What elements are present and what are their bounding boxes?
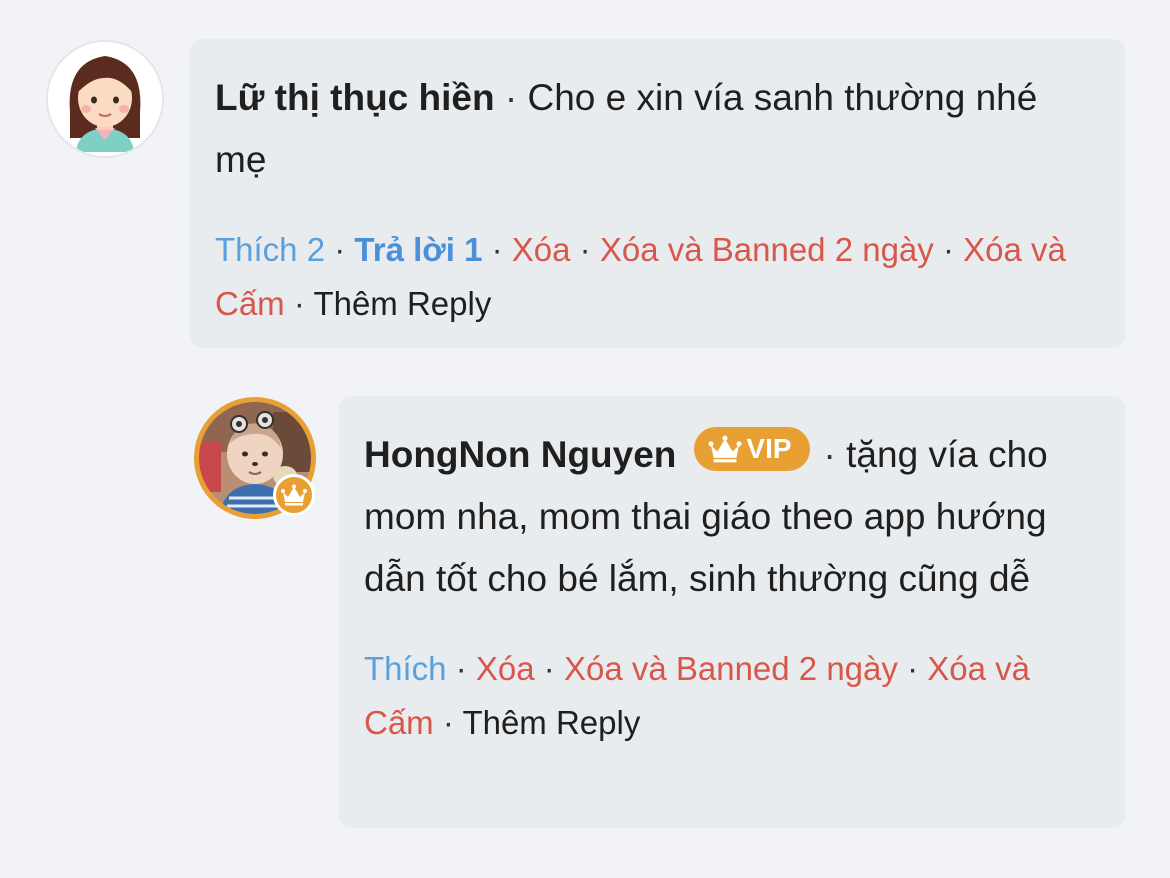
like-button[interactable]: Thích <box>364 650 447 687</box>
comment-bubble: Lữ thị thục hiền · Cho e xin vía sanh th… <box>190 39 1125 348</box>
reply-button[interactable]: Trả lời 1 <box>354 231 482 268</box>
separator: · <box>504 77 518 118</box>
more-reply-button[interactable]: Thêm Reply <box>313 285 491 322</box>
separator: · <box>455 650 467 687</box>
separator: · <box>942 231 954 268</box>
delete-ban-2-days-button[interactable]: Xóa và Banned 2 ngày <box>600 231 934 268</box>
crown-icon <box>708 435 742 463</box>
comment-author[interactable]: Lữ thị thục hiền <box>215 77 495 118</box>
cartoon-girl-avatar-icon <box>48 42 162 156</box>
comment-thread: Lữ thị thục hiền · Cho e xin vía sanh th… <box>0 0 1170 878</box>
vip-crown-icon <box>273 474 315 516</box>
vip-badge: VIP <box>694 427 810 471</box>
separator: · <box>823 434 836 475</box>
like-button[interactable]: Thích 2 <box>215 231 325 268</box>
delete-button[interactable]: Xóa <box>512 231 571 268</box>
separator: · <box>442 704 454 741</box>
comment-body: HongNon Nguyen VIP · tặng vía cho mom nha,… <box>364 424 1084 610</box>
user-avatar[interactable] <box>46 40 164 158</box>
comment-author[interactable]: HongNon Nguyen <box>364 434 676 475</box>
separator: · <box>579 231 591 268</box>
more-reply-button[interactable]: Thêm Reply <box>462 704 640 741</box>
separator: · <box>334 231 346 268</box>
comment-body: Lữ thị thục hiền · Cho e xin vía sanh th… <box>215 67 1085 191</box>
comment-actions: Thích · Xóa · Xóa và Banned 2 ngày · Xóa… <box>364 642 1084 750</box>
delete-ban-2-days-button[interactable]: Xóa và Banned 2 ngày <box>564 650 898 687</box>
reply-bubble: HongNon Nguyen VIP · tặng vía cho mom nha,… <box>339 396 1125 828</box>
separator: · <box>293 285 305 322</box>
separator: · <box>907 650 919 687</box>
separator: · <box>543 650 555 687</box>
delete-button[interactable]: Xóa <box>476 650 535 687</box>
vip-label: VIP <box>746 433 792 464</box>
separator: · <box>491 231 503 268</box>
comment-actions: Thích 2 · Trả lời 1 · Xóa · Xóa và Banne… <box>215 223 1075 331</box>
